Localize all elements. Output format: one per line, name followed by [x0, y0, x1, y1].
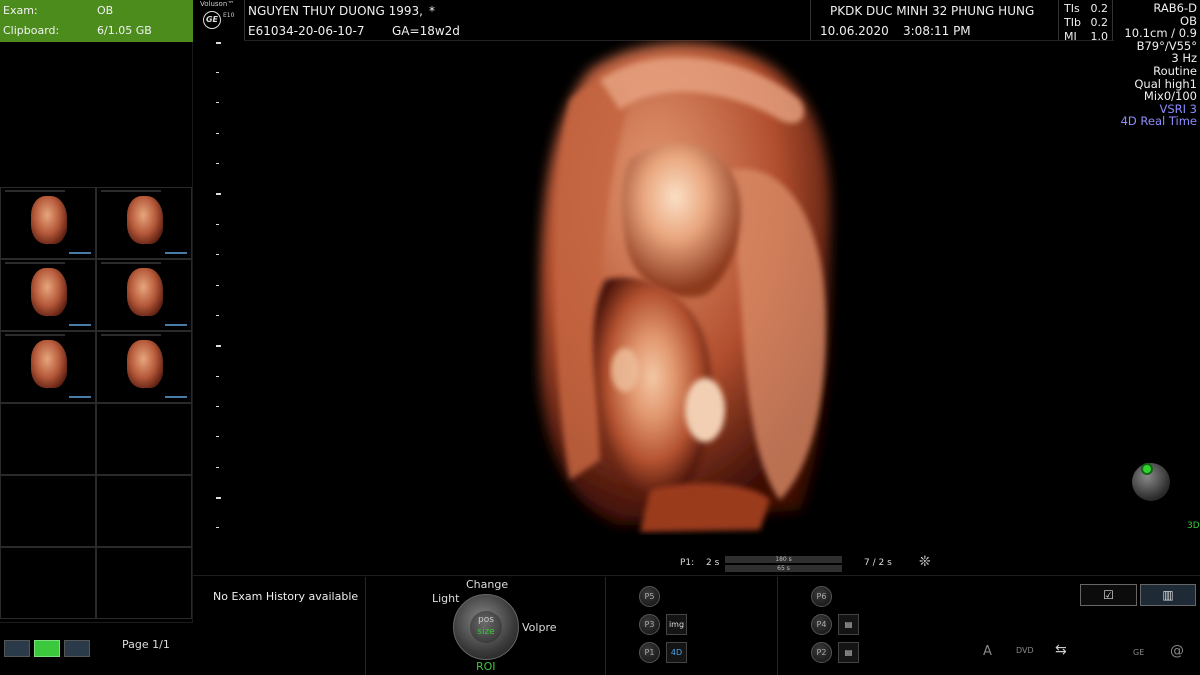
- knob-label-volpre: Volpre: [522, 621, 557, 634]
- img-button[interactable]: img: [666, 614, 687, 635]
- preset-p5-button[interactable]: P5: [639, 586, 660, 607]
- exam-info-box: Exam: OB Clipboard: 6/1.05 GB: [0, 0, 193, 42]
- brand-name: Voluson™: [200, 0, 235, 8]
- fetal-3d-render[interactable]: [530, 40, 860, 535]
- mode-4d-realtime: 4D Real Time: [1120, 114, 1197, 129]
- clipboard-thumbnail[interactable]: [0, 331, 96, 403]
- playback-label: P1:: [680, 558, 695, 568]
- ge-service-icon[interactable]: GE: [1133, 648, 1144, 657]
- checkbox-icon[interactable]: ☑: [1080, 584, 1137, 606]
- cine-bar-bottom[interactable]: 65 s: [725, 565, 842, 572]
- layout-3x3-button[interactable]: [64, 640, 90, 657]
- exam-label: Exam:: [3, 4, 38, 17]
- clipboard-value: 6/1.05 GB: [97, 24, 152, 37]
- exam-value: OB: [97, 4, 114, 17]
- preset-p2-button[interactable]: P2: [811, 642, 832, 663]
- empty-slot: [0, 403, 96, 475]
- layout-1x1-button[interactable]: [4, 640, 30, 657]
- patient-name: NGUYEN THUY DUONG 1993,: [248, 4, 423, 18]
- annotation-icon[interactable]: A: [983, 644, 992, 659]
- mix-value: Mix0/100: [1143, 89, 1197, 104]
- exam-time: 3:08:11 PM: [903, 24, 971, 38]
- exam-date: 10.06.2020: [820, 24, 889, 38]
- knob-inner-pos: pos: [478, 615, 494, 625]
- empty-slot: [96, 475, 192, 547]
- empty-slot: [0, 475, 96, 547]
- scan-parameters: RAB6-D OB 10.1cm / 0.9 B79°/V55° 3 Hz Ro…: [1117, 2, 1197, 128]
- exam-history-text: No Exam History available: [213, 590, 359, 603]
- playback-right-time: 7 / 2 s: [864, 558, 892, 568]
- empty-slot: [96, 547, 192, 619]
- empty-slot: [0, 547, 96, 619]
- preset-p4-button[interactable]: P4: [811, 614, 832, 635]
- ge-logo-icon: GE: [203, 11, 221, 29]
- preset-p6-button[interactable]: P6: [811, 586, 832, 607]
- print-icon[interactable]: ▤: [838, 614, 859, 635]
- 4d-button[interactable]: 4D: [666, 642, 687, 663]
- mi-value: 1.0: [1090, 30, 1109, 43]
- clinic-name: PKDK DUC MINH 32 PHUNG HUNG: [830, 4, 1035, 18]
- knob-label-change: Change: [466, 578, 509, 591]
- knob-label-roi: ROI: [476, 660, 496, 673]
- network-icon[interactable]: ⇆: [1055, 642, 1067, 658]
- tib-label: TIb: [1064, 16, 1081, 29]
- email-icon[interactable]: @: [1170, 643, 1184, 659]
- playback-left-time: 2 s: [706, 558, 720, 568]
- orientation-dot-icon: [1141, 463, 1153, 475]
- preset-p1-button[interactable]: P1: [639, 642, 660, 663]
- knob-inner-size: size: [477, 627, 495, 637]
- histogram-icon[interactable]: ▥: [1140, 584, 1196, 606]
- tis-label: TIs: [1064, 2, 1080, 15]
- voluson-logo: Voluson™ GE E10: [196, 0, 242, 40]
- clipboard-thumbnail[interactable]: [0, 259, 96, 331]
- preset-p3-button[interactable]: P3: [639, 614, 660, 635]
- clipboard-thumbnail[interactable]: [96, 259, 192, 331]
- patient-marker: *: [429, 4, 435, 18]
- empty-slot: [96, 403, 192, 475]
- clipboard-thumbnail[interactable]: [96, 187, 192, 259]
- clipboard-thumbnail[interactable]: [96, 331, 192, 403]
- depth-value: 10.1cm / 0.9: [1124, 26, 1197, 41]
- print-icon[interactable]: ▤: [838, 642, 859, 663]
- probe-name: RAB6-D: [1153, 1, 1197, 15]
- page-indicator: Page 1/1: [122, 638, 170, 651]
- clipboard-panel: [0, 42, 193, 622]
- knob-center[interactable]: pos size: [470, 611, 502, 643]
- layout-2x2-button[interactable]: [34, 640, 60, 657]
- tis-value: 0.2: [1090, 2, 1109, 15]
- snowflake-icon[interactable]: ❊: [919, 554, 931, 570]
- safety-indices: TIs 0.2 TIb 0.2 MI 1.0: [1064, 2, 1108, 44]
- gestational-age: GA=18w2d: [392, 24, 460, 38]
- cine-bar-top[interactable]: 180 s: [725, 556, 842, 563]
- exam-id: E61034-20-06-10-7: [248, 24, 365, 38]
- knob-label-light: Light: [432, 592, 460, 605]
- model-name: E10: [223, 12, 235, 19]
- quality-routine: Routine: [1153, 63, 1197, 78]
- clipboard-thumbnail[interactable]: [0, 187, 96, 259]
- dvd-icon[interactable]: DVD: [1016, 646, 1034, 655]
- mi-label: MI: [1064, 30, 1077, 43]
- 3d-indicator: 3D: [1187, 521, 1200, 531]
- clipboard-label: Clipboard:: [3, 24, 60, 37]
- tib-value: 0.2: [1090, 16, 1109, 29]
